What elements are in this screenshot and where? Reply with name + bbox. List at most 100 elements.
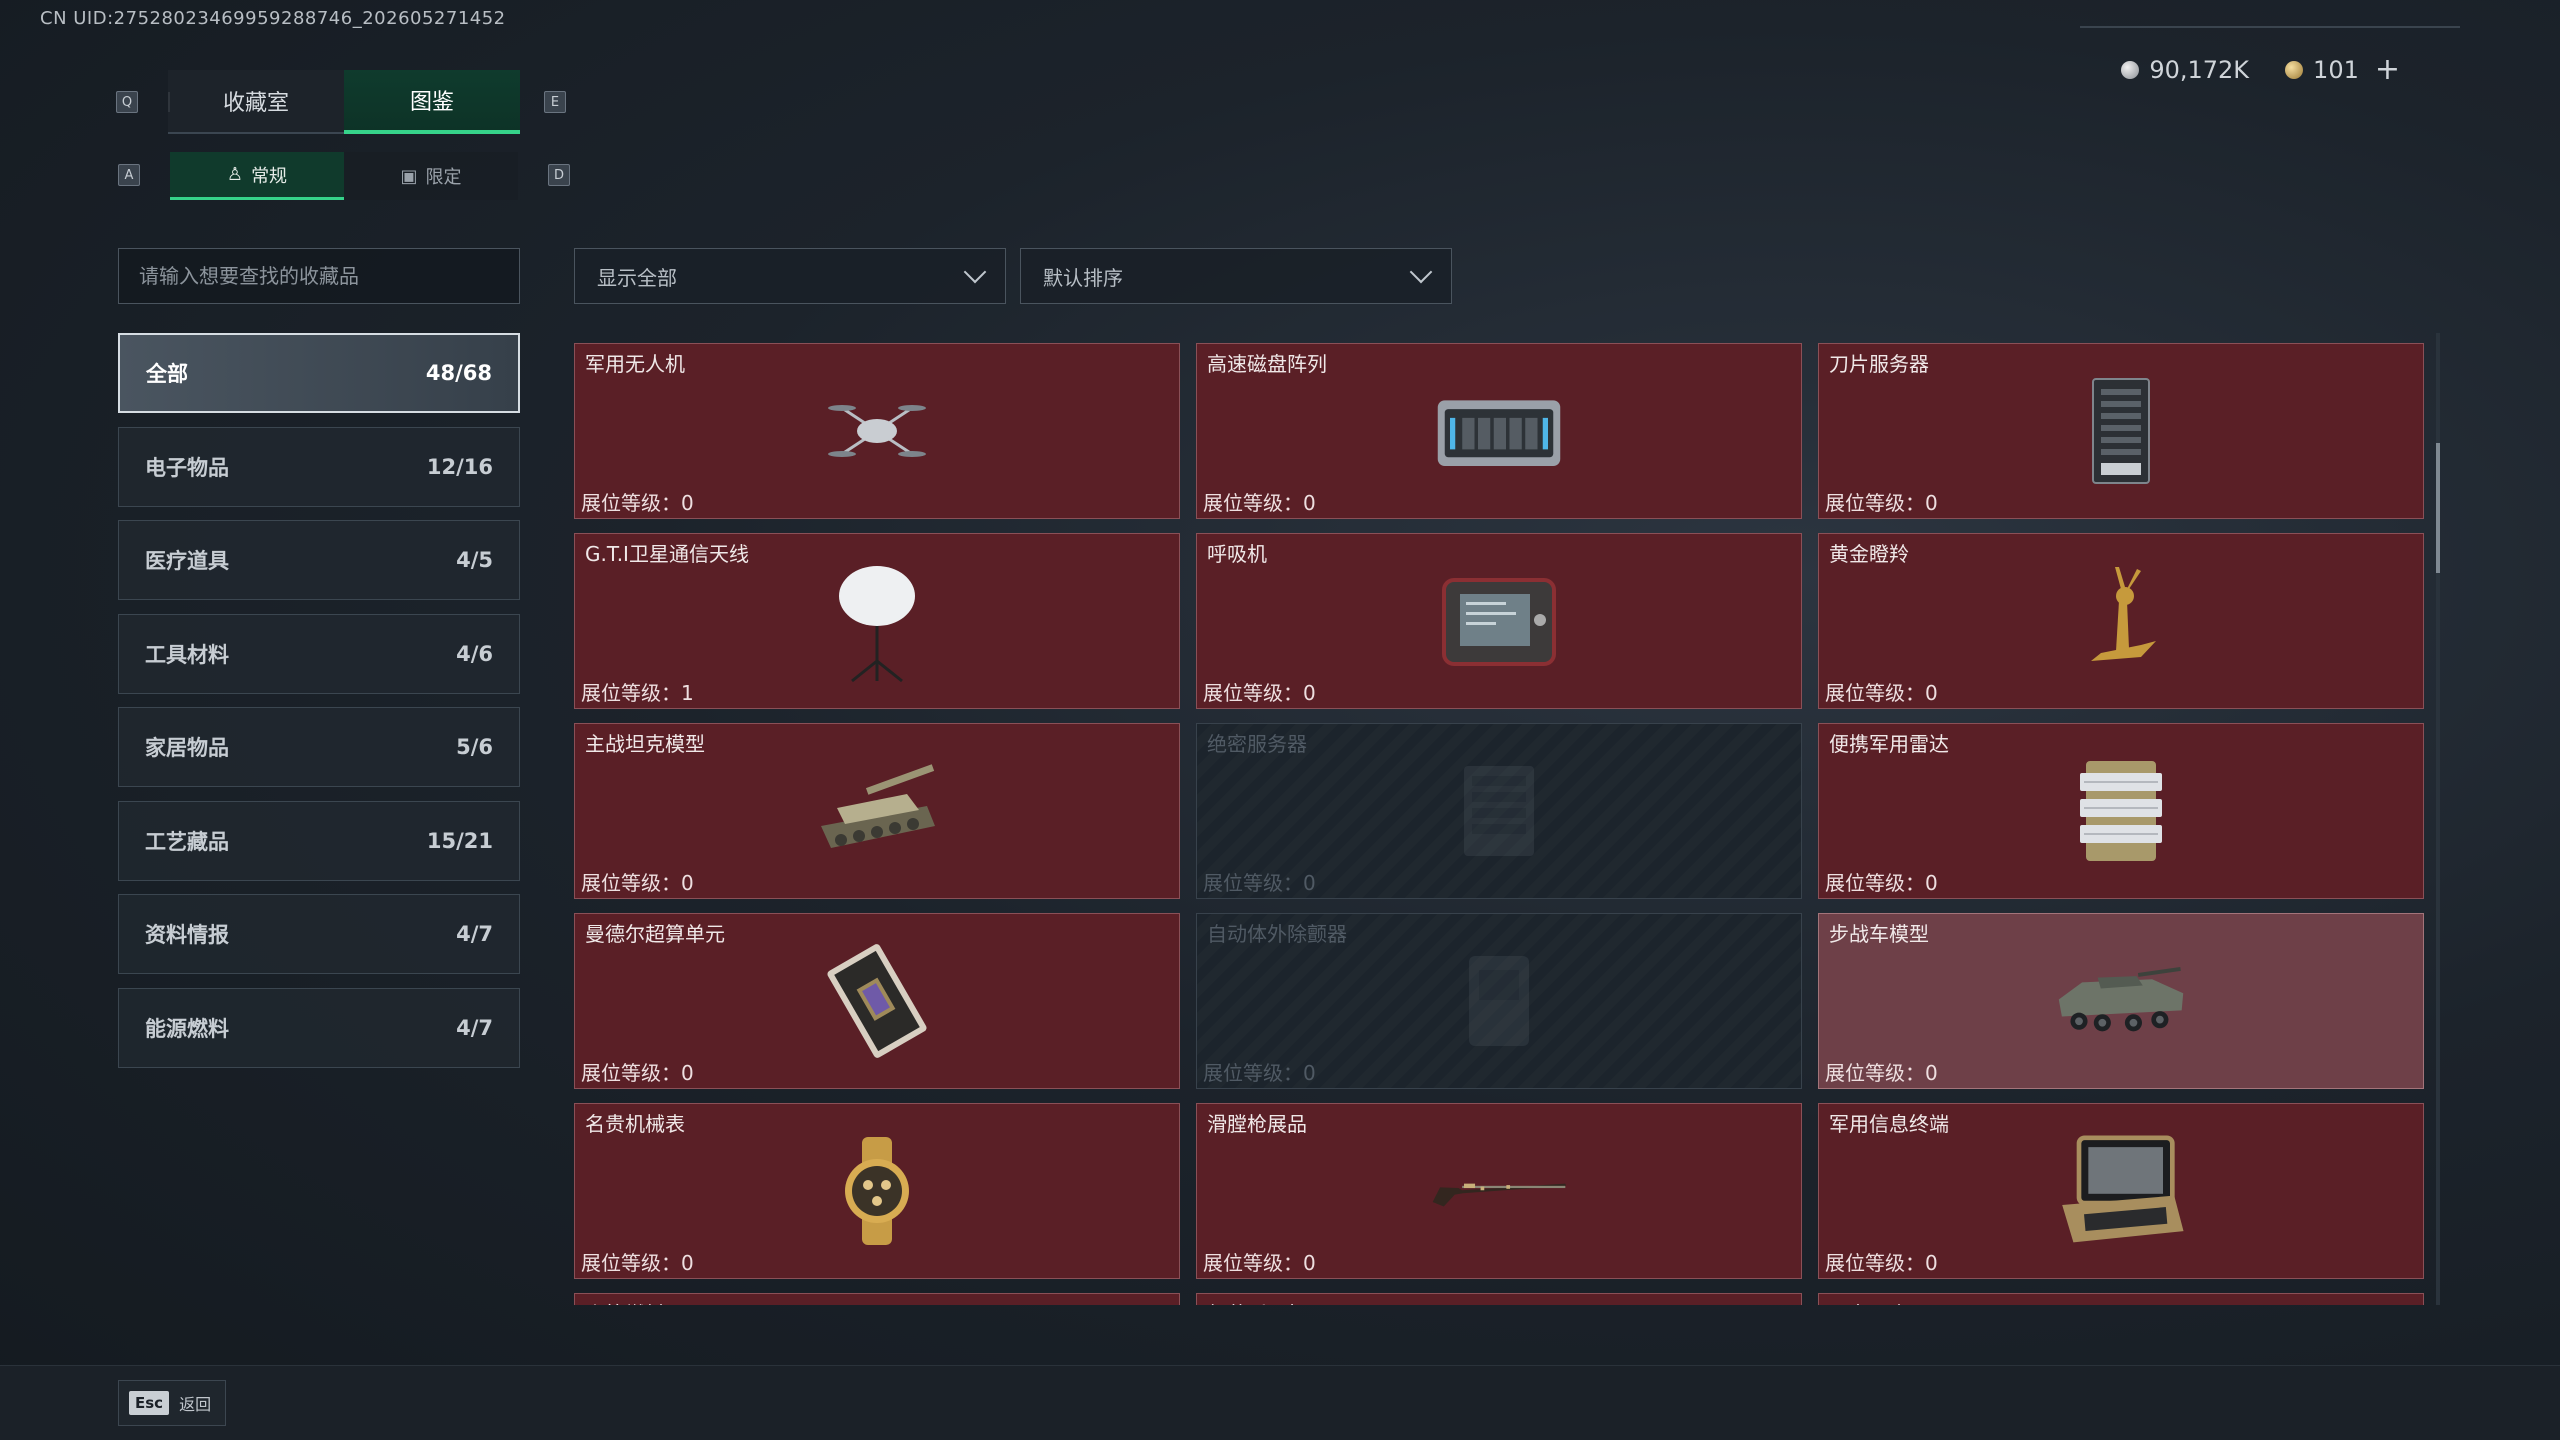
- sub-tabs: ♙ 常规 ▣ 限定: [170, 152, 518, 200]
- subtab-regular[interactable]: ♙ 常规: [170, 152, 344, 200]
- category-crafts[interactable]: 工艺藏品 15/21: [118, 800, 520, 881]
- silver-amount: 90,172K: [2149, 55, 2250, 84]
- collection-grid: 军用无人机 展位等级：0 高速磁盘阵列 展位等级：0 刀片服务器 展位等级：0 G.T.I卫…: [574, 343, 2424, 1305]
- category-electronics[interactable]: 电子物品 12/16: [118, 426, 520, 507]
- silver-currency: 90,172K: [2121, 56, 2249, 84]
- collection-item-card[interactable]: G.T.I卫星通信天线 展位等级：1: [574, 533, 1180, 709]
- category-count: 4/7: [456, 922, 493, 946]
- category-label: 能源燃料: [145, 1016, 229, 1041]
- collection-item-card[interactable]: 火箭燃料展位等级：0: [574, 1293, 1180, 1305]
- collection-item-card[interactable]: 曼德尔超算单元 展位等级：0: [574, 913, 1180, 1089]
- item-display-level: 展位等级：0: [1203, 867, 1316, 896]
- collection-item-card[interactable]: 高速磁盘阵列展位等级：0: [1196, 343, 1802, 519]
- show-filter-dropdown[interactable]: 显示全部: [574, 248, 1006, 304]
- collection-item-card[interactable]: 刀片服务器展位等级：0: [1818, 343, 2424, 519]
- category-intel[interactable]: 资料情报 4/7: [118, 894, 520, 974]
- level-prefix: 展位等级：: [1825, 681, 1925, 705]
- category-household[interactable]: 家居物品 5/6: [118, 707, 520, 787]
- item-name: 主战坦克模型: [585, 732, 705, 756]
- collection-item-card[interactable]: 复苏呼吸机展位等级：0: [1196, 1293, 1802, 1305]
- collection-item-card[interactable]: 绝密服务器 展位等级：0: [1196, 723, 1802, 899]
- collection-item-card[interactable]: 名贵机械表 展位等级：0: [574, 1103, 1180, 1279]
- level-prefix: 展位等级：: [1203, 1061, 1303, 1085]
- supercomputer-icon: [807, 944, 947, 1058]
- item-display-level: 展位等级：0: [581, 867, 694, 896]
- category-count: 15/21: [426, 828, 493, 853]
- category-label: 工艺藏品: [145, 829, 229, 854]
- item-display-level: 展位等级：0: [1825, 487, 1938, 516]
- collection-item-card[interactable]: 自动体外除颤器展位等级：0: [1196, 913, 1802, 1089]
- secret-server-icon: [1429, 756, 1569, 866]
- bottom-bar: [0, 1365, 2560, 1440]
- figure-icon: ♙: [226, 164, 244, 185]
- level-prefix: 展位等级：: [581, 681, 681, 705]
- item-display-level: 展位等级：0: [1203, 1247, 1316, 1276]
- category-count: 4/7: [456, 1015, 493, 1040]
- level-value: 1: [681, 681, 694, 705]
- collection-item-card[interactable]: 强力吸尘器展位等级：0: [1818, 1293, 2424, 1305]
- key-hint-q: Q: [116, 91, 138, 113]
- collection-item-card[interactable]: 滑膛枪展品 展位等级：0: [1196, 1103, 1802, 1279]
- category-label: 资料情报: [145, 923, 229, 947]
- back-button[interactable]: Esc 返回: [118, 1380, 226, 1426]
- silver-coin-icon: [2121, 60, 2140, 79]
- item-name: 曼德尔超算单元: [585, 922, 725, 946]
- category-all[interactable]: 全部 48/68: [118, 333, 520, 413]
- category-label: 全部: [146, 362, 188, 386]
- item-display-level: 展位等级：0: [1203, 1057, 1316, 1086]
- gold-currency: 101: [2285, 56, 2359, 84]
- item-display-level: 展位等级：0: [1825, 1057, 1938, 1086]
- level-value: 0: [1925, 1061, 1938, 1085]
- tab-collection-room[interactable]: 收藏室: [168, 70, 344, 134]
- category-label: 工具材料: [145, 642, 229, 667]
- item-display-level: 展位等级：0: [1203, 487, 1316, 516]
- collection-grid-inner: 军用无人机 展位等级：0 高速磁盘阵列 展位等级：0 刀片服务器 展位等级：0 G.T.I卫…: [574, 343, 2424, 1305]
- radar-icon: [2051, 756, 2191, 866]
- collection-item-card[interactable]: 呼吸机 展位等级：0: [1196, 533, 1802, 709]
- category-list: 全部 48/68 电子物品 12/16 医疗道具 4/5 工具材料 4/6 家居…: [118, 333, 520, 1081]
- defibrillator-icon: [1429, 946, 1569, 1056]
- category-energy[interactable]: 能源燃料 4/7: [118, 987, 520, 1068]
- key-hint-e: E: [544, 91, 566, 113]
- level-value: 0: [1303, 871, 1316, 895]
- item-name: 自动体外除颤器: [1207, 922, 1347, 946]
- subtab-limited[interactable]: ▣ 限定: [344, 152, 518, 200]
- level-prefix: 展位等级：: [581, 491, 681, 515]
- category-medical[interactable]: 医疗道具 4/5: [118, 520, 520, 600]
- category-label: 医疗道具: [145, 549, 229, 573]
- grid-scrollbar[interactable]: [2436, 333, 2440, 1305]
- item-name: 刀片服务器: [1829, 352, 1929, 376]
- category-label: 电子物品: [145, 455, 229, 480]
- scrollbar-thumb[interactable]: [2436, 443, 2440, 573]
- level-value: 0: [681, 871, 694, 895]
- tank-icon: [807, 756, 947, 866]
- collection-item-card[interactable]: 步战车模型 展位等级：0: [1818, 913, 2424, 1089]
- level-value: 0: [1925, 681, 1938, 705]
- key-hint-d: D: [548, 164, 570, 186]
- level-value: 0: [1925, 491, 1938, 515]
- add-currency-button[interactable]: +: [2375, 52, 2400, 87]
- item-name: 呼吸机: [1207, 542, 1267, 566]
- sort-value: 默认排序: [1043, 265, 1123, 290]
- level-prefix: 展位等级：: [1825, 1251, 1925, 1275]
- collection-item-card[interactable]: 便携军用雷达 展位等级：0: [1818, 723, 2424, 899]
- show-filter-value: 显示全部: [597, 265, 677, 290]
- level-prefix: 展位等级：: [1203, 681, 1303, 705]
- search-input[interactable]: [118, 248, 520, 304]
- collection-item-card[interactable]: 军用信息终端 展位等级：0: [1818, 1103, 2424, 1279]
- item-name: 名贵机械表: [585, 1112, 685, 1136]
- esc-key: Esc: [129, 1391, 170, 1415]
- item-name: 复苏呼吸机: [1207, 1298, 1307, 1305]
- item-name: 高速磁盘阵列: [1207, 352, 1327, 376]
- collection-item-card[interactable]: 主战坦克模型展位等级：0: [574, 723, 1180, 899]
- category-tools[interactable]: 工具材料 4/6: [118, 613, 520, 694]
- category-count: 4/5: [456, 548, 493, 572]
- tab-catalog[interactable]: 图鉴: [344, 70, 520, 134]
- collection-item-card[interactable]: 军用无人机 展位等级：0: [574, 343, 1180, 519]
- subtab-limited-label: 限定: [425, 167, 462, 188]
- collection-item-card[interactable]: 黄金瞪羚 展位等级：0: [1818, 533, 2424, 709]
- level-value: 0: [1925, 871, 1938, 895]
- sort-dropdown[interactable]: 默认排序: [1020, 248, 1452, 304]
- level-prefix: 展位等级：: [1825, 491, 1925, 515]
- item-name: 便携军用雷达: [1829, 732, 1949, 756]
